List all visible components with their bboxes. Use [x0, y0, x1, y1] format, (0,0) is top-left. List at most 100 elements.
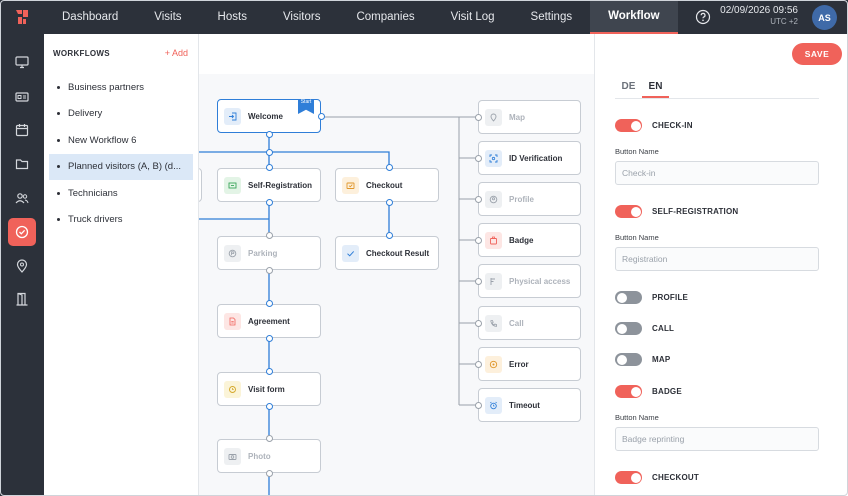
- nav-visits[interactable]: Visits: [136, 0, 199, 34]
- bullet: [57, 112, 60, 116]
- rail-workflow[interactable]: [8, 218, 36, 246]
- rail-monitor[interactable]: [8, 48, 36, 76]
- connector-port[interactable]: [386, 199, 393, 206]
- node-photo[interactable]: Photo: [217, 439, 321, 473]
- node-checkout[interactable]: Checkout: [335, 168, 439, 202]
- workflow-item[interactable]: Delivery: [49, 101, 193, 128]
- user-avatar[interactable]: AS: [812, 5, 837, 30]
- toggle-map[interactable]: [615, 353, 642, 366]
- toggle-self-registration[interactable]: [615, 205, 642, 218]
- camera-icon: [224, 447, 241, 465]
- node-error[interactable]: Error: [478, 347, 581, 381]
- node-map[interactable]: Map: [478, 100, 581, 134]
- rail-users[interactable]: [8, 184, 36, 212]
- bullet: [57, 191, 60, 195]
- connector-port[interactable]: [475, 320, 482, 327]
- nav-visit-log[interactable]: Visit Log: [433, 0, 513, 34]
- workflow-canvas[interactable]: Welcome Start Self-Registration Checkout…: [199, 74, 594, 496]
- connector-port[interactable]: [266, 267, 273, 274]
- node-visit-form[interactable]: Visit form: [217, 372, 321, 406]
- workflow-item[interactable]: New Workflow 6: [49, 127, 193, 154]
- connector-port[interactable]: [266, 149, 273, 156]
- node-physical-access[interactable]: Physical access: [478, 264, 581, 298]
- button-name-label: Button Name: [615, 233, 659, 242]
- workflow-item[interactable]: Technicians: [49, 180, 193, 207]
- toggle-knob: [630, 120, 641, 131]
- help-icon[interactable]: [695, 9, 711, 25]
- rail-calendar[interactable]: [8, 116, 36, 144]
- language-tabs: DE EN: [615, 77, 819, 99]
- check-in-button-name-input[interactable]: [615, 161, 819, 185]
- connector-port[interactable]: [266, 335, 273, 342]
- access-icon: [485, 272, 502, 290]
- timezone-label: UTC +2: [770, 17, 798, 26]
- toggle-label-profile: PROFILE: [652, 293, 689, 302]
- toggle-knob: [630, 206, 641, 217]
- node-profile[interactable]: Profile: [478, 182, 581, 216]
- connector-port[interactable]: [475, 114, 482, 121]
- nav-settings[interactable]: Settings: [513, 0, 591, 34]
- error-icon: [485, 355, 502, 373]
- tab-de[interactable]: DE: [615, 77, 642, 98]
- rail-door[interactable]: [8, 285, 36, 313]
- badge-button-name-input[interactable]: [615, 427, 819, 451]
- node-badge[interactable]: Badge: [478, 223, 581, 257]
- monitor-icon: [15, 56, 29, 69]
- connector-port[interactable]: [266, 300, 273, 307]
- connector-port[interactable]: [266, 435, 273, 442]
- connector-port[interactable]: [386, 164, 393, 171]
- connector-port[interactable]: [266, 368, 273, 375]
- tab-en[interactable]: EN: [642, 77, 669, 98]
- connector-port[interactable]: [475, 278, 482, 285]
- app-logo[interactable]: [0, 0, 44, 34]
- offscreen-node[interactable]: [199, 168, 202, 202]
- profile-icon: [485, 190, 502, 208]
- toggle-label-self-registration: SELF-REGISTRATION: [652, 207, 739, 216]
- add-workflow-button[interactable]: + Add: [165, 48, 188, 58]
- nav-dashboard[interactable]: Dashboard: [44, 0, 136, 34]
- connector-port[interactable]: [266, 164, 273, 171]
- nav-companies[interactable]: Companies: [338, 0, 432, 34]
- nav-workflow[interactable]: Workflow: [590, 0, 678, 34]
- nav-hosts[interactable]: Hosts: [200, 0, 265, 34]
- save-button[interactable]: SAVE: [792, 43, 842, 65]
- button-name-label: Button Name: [615, 413, 659, 422]
- node-checkout-result[interactable]: Checkout Result: [335, 236, 439, 270]
- node-timeout[interactable]: Timeout: [478, 388, 581, 422]
- connector-port[interactable]: [266, 199, 273, 206]
- toggle-badge[interactable]: [615, 385, 642, 398]
- connector-port[interactable]: [475, 237, 482, 244]
- registration-button-name-input[interactable]: [615, 247, 819, 271]
- node-parking[interactable]: Parking: [217, 236, 321, 270]
- toggle-knob: [630, 472, 641, 483]
- toggle-profile[interactable]: [615, 291, 642, 304]
- rail-folder[interactable]: [8, 150, 36, 178]
- connector-port[interactable]: [266, 470, 273, 477]
- node-agreement[interactable]: Agreement: [217, 304, 321, 338]
- connector-port[interactable]: [318, 113, 325, 120]
- workflow-item-selected[interactable]: Planned visitors (A, B) (d...: [49, 153, 193, 180]
- node-self-registration[interactable]: Self-Registration: [217, 168, 321, 202]
- node-id-verification[interactable]: ID Verification: [478, 141, 581, 175]
- workflow-item[interactable]: Truck drivers: [49, 207, 193, 234]
- connector-port[interactable]: [266, 232, 273, 239]
- nav-visitors[interactable]: Visitors: [265, 0, 339, 34]
- toggle-checkout[interactable]: [615, 471, 642, 484]
- bullet: [57, 218, 60, 222]
- connector-port[interactable]: [266, 403, 273, 410]
- connector-port[interactable]: [475, 196, 482, 203]
- connector-port[interactable]: [475, 402, 482, 409]
- toggle-check-in[interactable]: [615, 119, 642, 132]
- connector-port[interactable]: [475, 155, 482, 162]
- connector-port[interactable]: [386, 232, 393, 239]
- bullet: [57, 165, 60, 169]
- connector-port[interactable]: [475, 361, 482, 368]
- workflow-item[interactable]: Business partners: [49, 74, 193, 101]
- node-welcome[interactable]: Welcome Start: [217, 99, 321, 133]
- toggle-call[interactable]: [615, 322, 642, 335]
- connector-port[interactable]: [266, 131, 273, 138]
- toggle-knob: [616, 323, 627, 334]
- node-call[interactable]: Call: [478, 306, 581, 340]
- rail-id-card[interactable]: [8, 83, 36, 111]
- rail-location[interactable]: [8, 252, 36, 280]
